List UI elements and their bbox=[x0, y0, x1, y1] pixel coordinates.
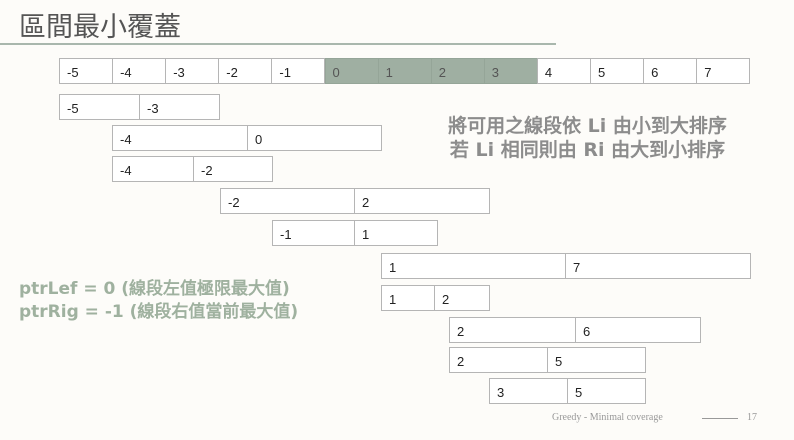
segment-left-cell: 3 bbox=[489, 378, 568, 404]
number-line-cell: 6 bbox=[643, 58, 698, 84]
segment-right-cell: -2 bbox=[193, 156, 273, 182]
ptr-left: ptrLef = 0 (線段左值極限最大值) bbox=[19, 279, 290, 299]
number-line-cell: 3 bbox=[483, 58, 538, 84]
number-line-cell: 1 bbox=[377, 58, 432, 84]
segment-right-cell: 5 bbox=[547, 347, 646, 373]
sort-note-line1: 將可用之線段依 Li 由小到大排序 bbox=[448, 115, 727, 137]
segment-left-cell: -5 bbox=[59, 94, 140, 120]
number-line-cell: -4 bbox=[112, 58, 167, 84]
number-line-cell: 5 bbox=[590, 58, 645, 84]
number-line-cell: -2 bbox=[218, 58, 273, 84]
segment-right-cell: 6 bbox=[575, 317, 701, 343]
sort-note-line2: 若 Li 相同則由 Ri 由大到小排序 bbox=[449, 139, 726, 161]
segment-right-cell: 7 bbox=[565, 253, 751, 279]
number-line-cell: 0 bbox=[324, 58, 379, 84]
number-line-cell: -3 bbox=[165, 58, 220, 84]
number-line-cell: 7 bbox=[696, 58, 751, 84]
number-line-cell: 2 bbox=[430, 58, 485, 84]
segment-left-cell: -1 bbox=[272, 220, 355, 246]
segment-left-cell: 2 bbox=[449, 347, 548, 373]
title-divider bbox=[0, 43, 556, 45]
number-line-cell: 4 bbox=[536, 58, 591, 84]
ptr-right: ptrRig = -1 (線段右值當前最大值) bbox=[19, 302, 299, 322]
slide: 區間最小覆蓋 -5 -4 -3 -2 -1 0 1 2 3 4 5 6 7 -5 -3 -4 0 -4 -2 -2 2… bbox=[0, 0, 794, 440]
segment-left-cell: -2 bbox=[220, 188, 355, 214]
slide-title: 區間最小覆蓋 bbox=[19, 12, 181, 43]
number-line-cell: -5 bbox=[59, 58, 114, 84]
segment-right-cell: 5 bbox=[567, 378, 646, 404]
pointer-values: ptrLef = 0 (線段左值極限最大值) ptrRig = -1 (線段右值… bbox=[19, 278, 298, 324]
page-number: 17 bbox=[747, 412, 757, 423]
number-line-cell: -1 bbox=[271, 58, 326, 84]
segment-left-cell: -4 bbox=[112, 125, 248, 151]
segment-left-cell: 1 bbox=[381, 253, 566, 279]
footer-divider bbox=[702, 418, 738, 419]
segment-left-cell: 1 bbox=[381, 285, 435, 311]
segment-right-cell: 0 bbox=[247, 125, 382, 151]
segment-left-cell: -4 bbox=[112, 156, 194, 182]
footer-text: Greedy - Minimal coverage bbox=[552, 412, 663, 423]
segment-right-cell: 1 bbox=[354, 220, 438, 246]
sort-note: 將可用之線段依 Li 由小到大排序 若 Li 相同則由 Ri 由大到小排序 bbox=[410, 114, 765, 162]
segment-left-cell: 2 bbox=[449, 317, 576, 343]
segment-right-cell: 2 bbox=[354, 188, 490, 214]
segment-right-cell: 2 bbox=[434, 285, 490, 311]
segment-right-cell: -3 bbox=[139, 94, 220, 120]
